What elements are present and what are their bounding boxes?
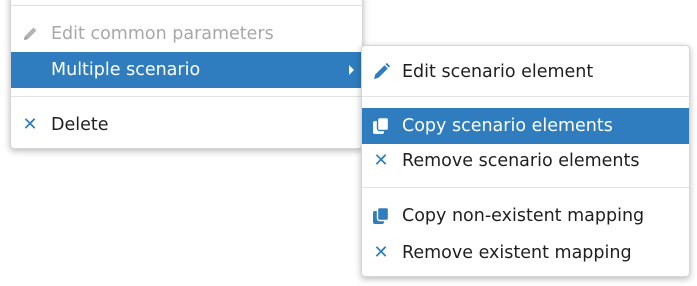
menu-item-label: Copy scenario elements [402,116,613,136]
menu-item-label: Delete [51,115,109,135]
menu-item-label: Multiple scenario [51,60,201,80]
menu-item-label: Copy non-existent mapping [402,206,645,226]
menu-item-remove-scenario-elements[interactable]: ✕ Remove scenario elements [362,143,689,179]
close-icon: ✕ [373,242,389,263]
pencil-icon [19,23,41,45]
menu-item-delete[interactable]: ✕ Delete [11,107,362,143]
menu-item-label: Remove scenario elements [402,151,640,171]
submenu: Edit scenario element Copy scenario elem… [361,45,690,277]
menu-item-label: Edit scenario element [402,62,594,82]
menu-separator [362,187,689,188]
close-icon: ✕ [22,114,38,135]
copy-icon [370,205,392,227]
close-icon: ✕ [373,150,389,171]
menu-item-copy-scenario-elements[interactable]: Copy scenario elements [362,108,689,144]
menu-item-label: Edit common parameters [51,24,274,44]
menu-separator [11,5,362,6]
menu-item-label: Remove existent mapping [402,243,632,263]
menu-item-edit-common-parameters[interactable]: Edit common parameters [11,16,362,52]
menu-item-edit-scenario-element[interactable]: Edit scenario element [362,54,689,90]
context-menu: Edit common parameters Multiple scenario… [10,0,363,149]
menu-separator [11,96,362,97]
copy-icon [370,115,392,137]
pencil-icon [370,61,392,83]
menu-separator [362,96,689,97]
submenu-arrow-icon [349,65,354,75]
menu-item-remove-existent-mapping[interactable]: ✕ Remove existent mapping [362,235,689,271]
menu-item-copy-non-existent-mapping[interactable]: Copy non-existent mapping [362,198,689,234]
menu-item-multiple-scenario[interactable]: Multiple scenario [11,52,362,88]
